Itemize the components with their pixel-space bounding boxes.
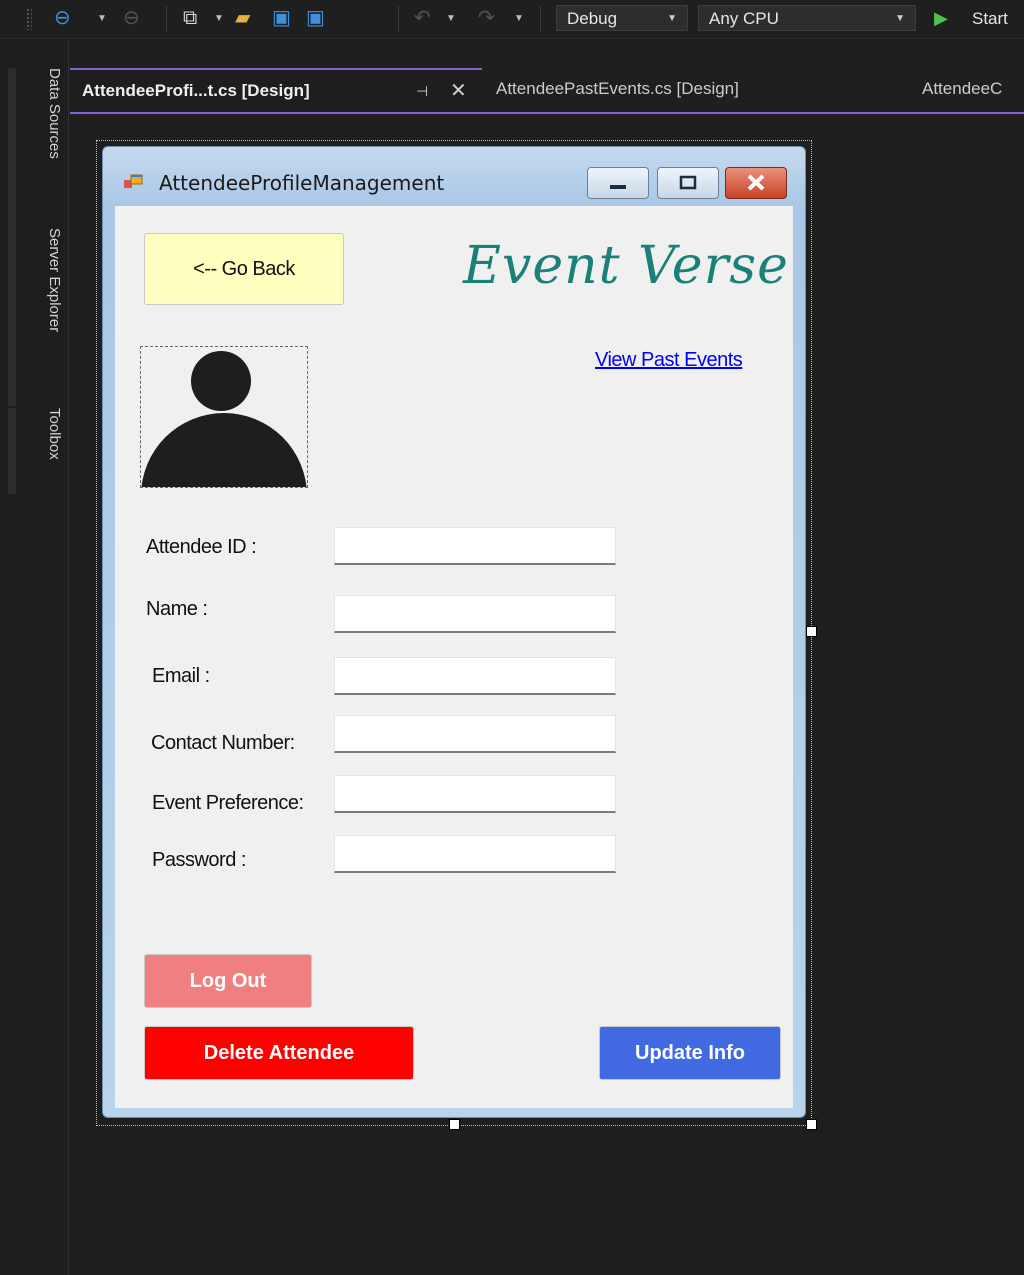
password-label: Password :: [152, 849, 246, 871]
tab-label: AttendeeProfi...t.cs [Design]: [82, 81, 310, 100]
log-out-button[interactable]: Log Out: [144, 954, 312, 1008]
start-button[interactable]: ▶ Start: [924, 6, 1024, 32]
configuration-value: Debug: [567, 9, 618, 28]
toolbar-separator: [540, 6, 541, 32]
email-input[interactable]: [334, 657, 616, 695]
contact-number-input[interactable]: [334, 715, 616, 753]
side-tab-bg: [8, 226, 16, 406]
minimize-button[interactable]: [587, 167, 649, 199]
view-past-events-link[interactable]: View Past Events: [595, 349, 743, 372]
pin-icon[interactable]: ⊣: [416, 70, 428, 112]
delete-attendee-button[interactable]: Delete Attendee: [144, 1026, 414, 1080]
contact-number-label: Contact Number:: [151, 732, 295, 754]
resize-handle-corner[interactable]: [806, 1119, 817, 1130]
platform-value: Any CPU: [709, 9, 779, 28]
start-label: Start: [972, 9, 1008, 28]
avatar-body: [141, 413, 307, 487]
side-tab-data-sources[interactable]: Data Sources: [46, 68, 63, 159]
redo-icon: ↷: [478, 7, 495, 29]
chevron-down-icon: ▼: [514, 13, 524, 24]
maximize-button[interactable]: [657, 167, 719, 199]
back-nav-icon[interactable]: ⊖: [54, 8, 71, 28]
play-icon: ▶: [934, 8, 948, 28]
go-back-button[interactable]: <-- Go Back: [144, 233, 344, 305]
chevron-down-icon: ▼: [667, 13, 677, 24]
close-icon[interactable]: ✕: [450, 70, 467, 112]
tab-attendee-past-events-design[interactable]: AttendeePastEvents.cs [Design]: [484, 68, 904, 112]
name-input[interactable]: [334, 595, 616, 633]
side-tab-server-explorer[interactable]: Server Explorer: [46, 228, 63, 332]
form-window[interactable]: AttendeeProfileManagement <-- Go Back Ev…: [102, 146, 806, 1118]
name-label: Name :: [146, 598, 208, 620]
platform-select[interactable]: Any CPU ▼: [698, 5, 916, 31]
event-preference-label: Event Preference:: [152, 792, 304, 814]
new-item-icon[interactable]: ⧉: [183, 8, 197, 28]
toolbar-grip[interactable]: [26, 8, 32, 30]
side-tab-bg: [8, 408, 16, 494]
toolbar-separator: [166, 6, 167, 32]
update-info-button[interactable]: Update Info: [599, 1026, 781, 1080]
chevron-down-icon[interactable]: ▼: [97, 13, 107, 24]
minimize-icon: [610, 185, 626, 189]
open-folder-icon[interactable]: ▰: [235, 8, 250, 28]
email-label: Email :: [152, 665, 210, 687]
brand-title: Event Verse: [463, 236, 789, 296]
save-all-icon[interactable]: ▣: [306, 8, 325, 28]
forward-nav-icon: ⊖: [123, 7, 140, 29]
undo-icon: ↶: [414, 7, 431, 29]
resize-handle-right[interactable]: [806, 626, 817, 637]
toolbar-separator: [398, 6, 399, 32]
tab-attendee-profile-design[interactable]: AttendeeProfi...t.cs [Design] ⊣ ✕: [70, 68, 482, 112]
form-app-icon: [124, 174, 143, 188]
close-window-button[interactable]: [725, 167, 787, 199]
toolbar: ⊖ ▼ ⊖ ⧉ ▼ ▰ ▣ ▣ ↶ ▼ ↷ ▼ Debug ▼ Any CPU …: [0, 0, 1024, 39]
resize-handle-bottom[interactable]: [449, 1119, 460, 1130]
tab-attendee-overflow[interactable]: AttendeeC: [910, 68, 1024, 112]
chevron-down-icon: ▼: [446, 13, 456, 24]
maximize-icon: [679, 175, 697, 190]
form-client-area: <-- Go Back Event Verse View Past Events…: [115, 206, 793, 1108]
attendee-id-input[interactable]: [334, 527, 616, 565]
form-title: AttendeeProfileManagement: [159, 171, 445, 195]
chevron-down-icon[interactable]: ▼: [214, 13, 224, 24]
password-input[interactable]: [334, 835, 616, 873]
close-icon: [747, 174, 765, 191]
configuration-select[interactable]: Debug ▼: [556, 5, 688, 31]
attendee-id-label: Attendee ID :: [146, 536, 257, 558]
side-tab-toolbox[interactable]: Toolbox: [46, 408, 63, 460]
tab-label: AttendeeC: [922, 79, 1003, 98]
tab-label: AttendeePastEvents.cs [Design]: [496, 79, 739, 98]
side-tab-bg: [8, 68, 16, 236]
chevron-down-icon: ▼: [895, 13, 905, 24]
avatar-head: [191, 351, 251, 411]
save-icon[interactable]: ▣: [272, 8, 291, 28]
document-tabs: AttendeeProfi...t.cs [Design] ⊣ ✕ Attend…: [70, 68, 1024, 114]
event-preference-input[interactable]: [334, 775, 616, 813]
profile-picture[interactable]: [140, 346, 308, 488]
side-panel-strip: Data Sources Server Explorer Toolbox: [0, 40, 69, 1275]
